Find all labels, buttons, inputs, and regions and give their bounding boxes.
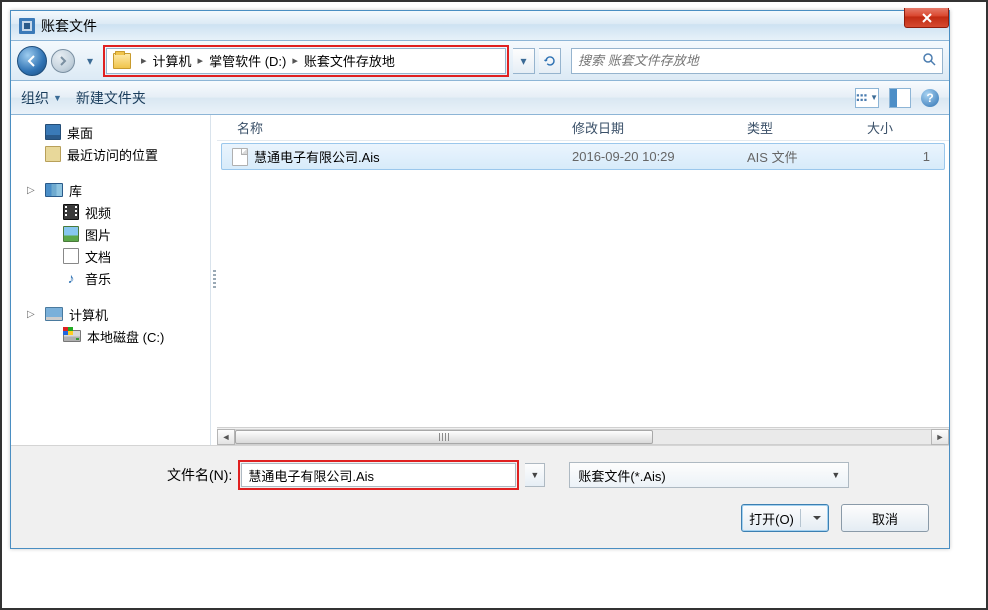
file-type: AIS 文件	[737, 147, 857, 166]
open-button[interactable]: 打开(O)	[741, 504, 829, 532]
scroll-right-button[interactable]: ►	[931, 429, 949, 445]
filename-dropdown[interactable]: ▼	[525, 463, 545, 487]
column-type[interactable]: 类型	[737, 118, 857, 137]
breadcrumb-sep: ▸	[141, 54, 147, 67]
search-input[interactable]	[578, 53, 922, 68]
library-icon	[45, 183, 63, 197]
recent-icon	[45, 146, 61, 162]
sidebar-item-video[interactable]: 视频	[11, 201, 210, 223]
breadcrumb[interactable]: 掌管软件 (D:)	[209, 51, 286, 70]
refresh-button[interactable]	[539, 48, 561, 74]
documents-icon	[63, 248, 79, 264]
pictures-icon	[63, 226, 79, 242]
preview-pane-button[interactable]	[889, 88, 911, 108]
file-modified: 2016-09-20 10:29	[562, 149, 737, 164]
help-button[interactable]: ?	[921, 89, 939, 107]
sidebar-item-computer[interactable]: ▷ 计算机	[11, 303, 210, 325]
chevron-down-icon	[813, 516, 821, 520]
folder-icon	[113, 53, 131, 69]
computer-icon	[45, 307, 63, 321]
cancel-button[interactable]: 取消	[841, 504, 929, 532]
file-size: 1	[857, 149, 944, 164]
close-button[interactable]	[904, 8, 949, 28]
chevron-down-icon: ▼	[53, 93, 62, 103]
sidebar-item-documents[interactable]: 文档	[11, 245, 210, 267]
music-icon: ♪	[63, 270, 79, 286]
nav-forward-button[interactable]	[51, 49, 75, 73]
video-icon	[63, 204, 79, 220]
organize-button[interactable]: 组织 ▼	[21, 88, 62, 108]
window-title: 账套文件	[41, 16, 97, 36]
filetype-filter[interactable]: 账套文件(*.Ais) ▼	[569, 462, 849, 488]
addressbar[interactable]: ▸ 计算机 ▸ 掌管软件 (D:) ▸ 账套文件存放地	[106, 48, 506, 74]
address-dropdown[interactable]: ▾	[513, 48, 535, 74]
search-box[interactable]	[571, 48, 943, 74]
desktop-icon	[45, 124, 61, 140]
filename-input[interactable]	[241, 463, 516, 487]
scroll-thumb[interactable]	[235, 430, 653, 444]
breadcrumb[interactable]: 计算机	[153, 51, 192, 70]
column-name[interactable]: 名称	[217, 118, 562, 137]
file-icon	[232, 148, 248, 166]
nav-back-button[interactable]	[17, 46, 47, 76]
navbar: ▾ ▸ 计算机 ▸ 掌管软件 (D:) ▸ 账套文件存放地 ▾	[11, 41, 949, 81]
expand-icon[interactable]: ▷	[27, 185, 39, 196]
scroll-left-button[interactable]: ◄	[217, 429, 235, 445]
sidebar-item-recent[interactable]: 最近访问的位置	[11, 143, 210, 165]
view-options-button[interactable]: ▼	[855, 88, 879, 108]
highlight-filename	[238, 460, 519, 490]
sidebar-item-pictures[interactable]: 图片	[11, 223, 210, 245]
file-open-dialog: 账套文件 ▾ ▸ 计算机 ▸ 掌管软件 (D:) ▸	[10, 10, 950, 549]
breadcrumb-sep: ▸	[198, 54, 204, 67]
file-list: 慧通电子有限公司.Ais 2016-09-20 10:29 AIS 文件 1	[217, 141, 949, 427]
sidebar-item-drive-c[interactable]: 本地磁盘 (C:)	[11, 325, 210, 347]
sidebar-item-desktop[interactable]: 桌面	[11, 121, 210, 143]
highlight-addressbar: ▸ 计算机 ▸ 掌管软件 (D:) ▸ 账套文件存放地	[103, 45, 509, 77]
nav-history-dropdown[interactable]: ▾	[83, 51, 97, 71]
filename-label: 文件名(N):	[167, 465, 232, 485]
search-icon	[922, 52, 936, 69]
dialog-body: 桌面 最近访问的位置 ▷ 库 视频 图片	[11, 115, 949, 445]
titlebar: 账套文件	[11, 11, 949, 41]
scroll-track[interactable]	[235, 429, 931, 445]
expand-icon[interactable]: ▷	[27, 309, 39, 320]
breadcrumb[interactable]: 账套文件存放地	[304, 51, 395, 70]
toolbar: 组织 ▼ 新建文件夹 ▼ ?	[11, 81, 949, 115]
sidebar-item-music[interactable]: ♪ 音乐	[11, 267, 210, 289]
drive-icon	[63, 330, 81, 342]
horizontal-scrollbar[interactable]: ◄ ►	[217, 427, 949, 445]
file-name: 慧通电子有限公司.Ais	[254, 147, 380, 166]
dialog-footer: 文件名(N): ▼ 账套文件(*.Ais) ▼ 打开(O) 取消	[11, 445, 949, 548]
column-headers: 名称 修改日期 类型 大小	[217, 115, 949, 141]
chevron-down-icon: ▼	[831, 470, 840, 480]
breadcrumb-sep: ▸	[292, 54, 298, 67]
sidebar: 桌面 最近访问的位置 ▷ 库 视频 图片	[11, 115, 211, 445]
file-pane: 名称 修改日期 类型 大小 慧通电子有限公司.Ais 2016-09-20 10…	[217, 115, 949, 445]
sidebar-item-library[interactable]: ▷ 库	[11, 179, 210, 201]
app-icon	[19, 18, 35, 34]
column-modified[interactable]: 修改日期	[562, 118, 737, 137]
new-folder-button[interactable]: 新建文件夹	[76, 88, 146, 108]
file-row[interactable]: 慧通电子有限公司.Ais 2016-09-20 10:29 AIS 文件 1	[221, 143, 945, 170]
column-size[interactable]: 大小	[857, 118, 949, 137]
